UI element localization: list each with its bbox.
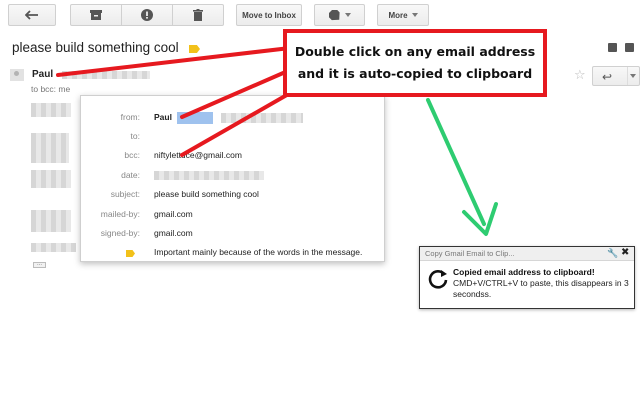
move-to-inbox-label: Move to Inbox — [242, 10, 296, 20]
archive-button[interactable] — [70, 4, 122, 26]
print-icon[interactable] — [608, 43, 617, 52]
redacted-sender-email — [62, 71, 150, 79]
green-arrow-head — [462, 202, 498, 236]
wrench-icon[interactable]: 🔧 — [607, 248, 618, 259]
important-marker-icon[interactable] — [189, 45, 200, 53]
detail-key: from: — [120, 112, 140, 122]
sender-name[interactable]: Paul — [32, 69, 53, 80]
notification-title: Copy Gmail Email to Clip... — [425, 249, 515, 258]
toolbar: Move to Inbox More — [0, 0, 640, 30]
notification-body: CMD+V/CTRL+V to paste, this disappears i… — [453, 278, 629, 299]
detail-row-mailed-by: mailed-by: gmail.com — [81, 209, 386, 223]
move-to-inbox-button[interactable]: Move to Inbox — [236, 4, 302, 26]
delete-button[interactable] — [173, 4, 224, 26]
callout-line-2: and it is auto-copied to clipboard — [297, 66, 533, 81]
label-icon — [328, 9, 340, 20]
new-window-icon[interactable] — [625, 43, 634, 52]
detail-row-signed-by: signed-by: gmail.com — [81, 228, 386, 242]
redacted-date — [154, 171, 264, 180]
report-spam-button[interactable] — [122, 4, 173, 26]
star-icon[interactable]: ☆ — [574, 67, 586, 83]
detail-row-to: to: — [81, 131, 386, 145]
show-trimmed-content-button[interactable]: ... — [33, 261, 46, 268]
reply-button[interactable]: ↩ — [592, 66, 640, 86]
close-icon[interactable]: ✖ — [621, 247, 629, 258]
more-label: More — [388, 10, 408, 20]
redacted-body-text — [31, 170, 71, 188]
notification-titlebar: Copy Gmail Email to Clip... 🔧 ✖ — [420, 247, 634, 261]
detail-key: signed-by: — [100, 228, 140, 238]
notification-heading: Copied email address to clipboard! — [453, 267, 595, 277]
header-actions — [608, 43, 634, 52]
detail-row-subject: subject: please build something cool — [81, 189, 386, 203]
detail-key: subject: — [110, 189, 140, 199]
back-button[interactable] — [8, 4, 56, 26]
detail-key: mailed-by: — [100, 209, 140, 219]
reply-icon: ↩ — [602, 70, 613, 84]
back-arrow-icon — [25, 10, 38, 20]
detail-value: Important mainly because of the words in… — [154, 247, 363, 257]
archive-icon — [90, 9, 102, 20]
report-spam-icon — [141, 9, 153, 21]
callout-line-1: Double click on any email address — [294, 44, 536, 59]
refresh-icon — [428, 270, 448, 289]
redacted-body-text — [31, 210, 71, 232]
labels-button[interactable] — [314, 4, 365, 26]
detail-key: bcc: — [124, 150, 140, 160]
email-subject: please build something cool — [12, 40, 179, 55]
detail-value[interactable]: niftylettuce@gmail.com — [154, 150, 242, 160]
detail-value: gmail.com — [154, 209, 193, 219]
detail-row-bcc: bcc: niftylettuce@gmail.com — [81, 150, 386, 164]
chevron-down-icon[interactable] — [630, 74, 636, 78]
message-details-popup: from: Paul to: bcc: niftylettuce@gmail.c… — [80, 95, 385, 262]
detail-row-importance: Important mainly because of the words in… — [81, 247, 386, 261]
detail-value: please build something cool — [154, 189, 259, 199]
redacted-body-text — [31, 133, 69, 163]
divider — [627, 67, 628, 85]
chevron-down-icon — [411, 13, 418, 17]
avatar — [10, 69, 24, 81]
clipboard-notification: Copy Gmail Email to Clip... 🔧 ✖ Copied e… — [419, 246, 635, 309]
detail-value: gmail.com — [154, 228, 193, 238]
recipient-line[interactable]: to bcc: me — [31, 84, 70, 94]
chevron-down-icon — [344, 13, 351, 17]
more-button[interactable]: More — [377, 4, 429, 26]
detail-value[interactable]: Paul — [154, 112, 172, 122]
detail-row-from: from: Paul — [81, 112, 386, 126]
redacted-body-text — [31, 243, 76, 252]
detail-key: date: — [121, 170, 140, 180]
redacted-body-text — [31, 103, 71, 117]
annotation-callout: Double click on any email address and it… — [283, 29, 547, 97]
detail-key: to: — [130, 131, 140, 141]
green-arrow-line — [426, 98, 486, 226]
trash-icon — [193, 9, 203, 21]
